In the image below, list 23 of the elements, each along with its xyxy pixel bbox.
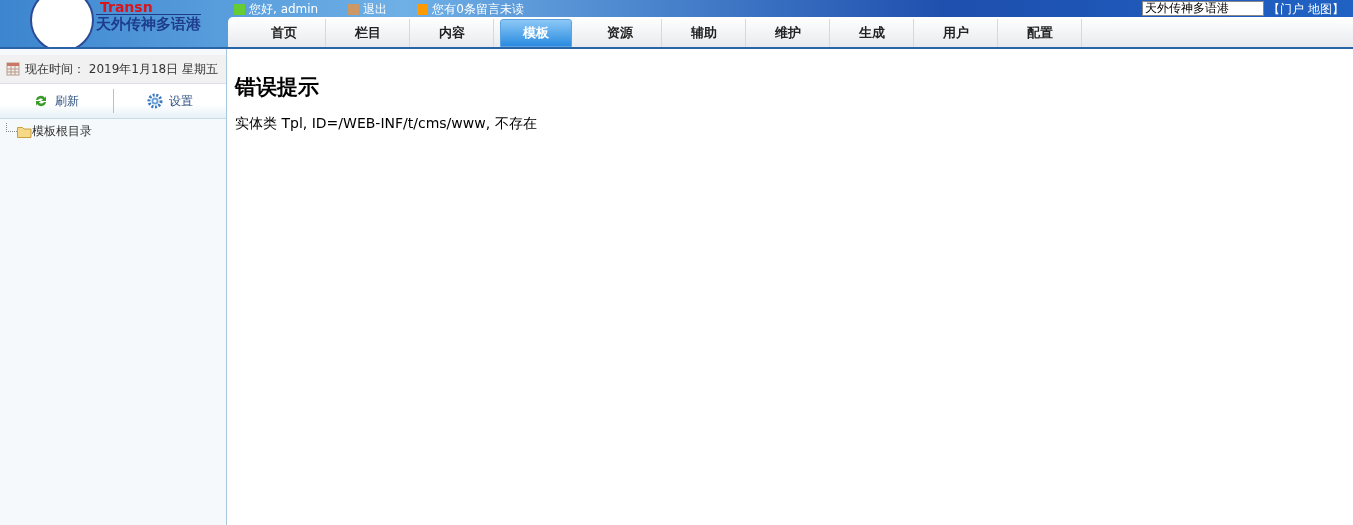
nav-tab[interactable]: 首页 [242, 19, 326, 47]
error-title: 错误提示 [235, 74, 320, 101]
nav-tab[interactable]: 内容 [410, 19, 494, 47]
folder-icon [17, 125, 32, 138]
logo-text: Transn [100, 0, 153, 14]
nav-tab[interactable]: 栏目 [326, 19, 410, 47]
settings-button[interactable]: 设置 [113, 92, 226, 110]
tree-item[interactable]: 模板根目录 [32, 123, 92, 140]
greeting-text: 您好, admin [249, 1, 319, 18]
nav-tab[interactable]: 资源 [578, 19, 662, 47]
calendar-icon [6, 62, 20, 76]
current-date: 现在时间： 2019年1月18日 星期五 [25, 60, 219, 78]
logo-subtitle: 天外传神多语港 [96, 14, 201, 34]
nav-tab[interactable]: 用户 [914, 19, 998, 47]
search-field[interactable]: 天外传神多语港 [1142, 1, 1264, 16]
nav-tab[interactable]: 维护 [746, 19, 830, 47]
gear-icon [146, 93, 163, 109]
portal-links[interactable]: 【门户 地图】 [1268, 1, 1344, 18]
nav-tab[interactable]: 辅助 [662, 19, 746, 47]
nav-tab[interactable]: 生成 [830, 19, 914, 47]
error-message: 实体类 Tpl, ID=/WEB-INF/t/cms/www, 不存在 [235, 115, 538, 133]
nav-tab[interactable]: 配置 [998, 19, 1082, 47]
refresh-button[interactable]: 刷新 [0, 92, 113, 110]
